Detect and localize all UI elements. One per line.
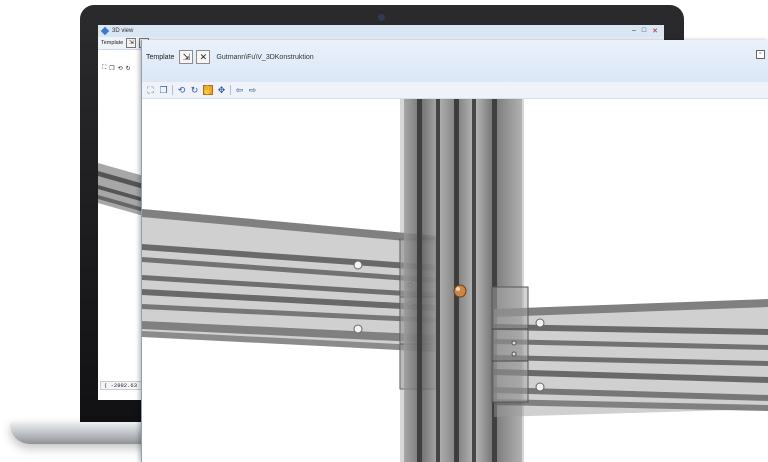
view-toolbar: ⛶ ❐ ⟲ ↻ ✋ ✥ ⇦ ⇨ (142, 82, 768, 99)
pin-icon[interactable]: ▫ (756, 50, 765, 59)
camera-icon (378, 14, 385, 21)
left-beam (142, 209, 438, 352)
front-ribbon: Template ⇲ ✕ Gutmann\Fu\V_3DKonstruktion… (142, 40, 768, 83)
front-window: Template ⇲ ✕ Gutmann\Fu\V_3DKonstruktion… (141, 40, 768, 462)
rotate-icon[interactable]: ↻ (190, 85, 199, 95)
move-icon[interactable]: ✥ (217, 85, 226, 95)
frame-icon[interactable]: ⛶ (102, 65, 106, 72)
right-beam (494, 299, 768, 417)
maximize-icon[interactable]: □ (642, 27, 646, 35)
template-clear-button[interactable]: ✕ (196, 50, 211, 64)
minimize-icon[interactable]: – (632, 27, 636, 35)
rotate-icon[interactable]: ↻ (126, 65, 131, 72)
copy-icon[interactable]: ❐ (159, 85, 168, 95)
front-3d-scene (142, 99, 768, 462)
window-controls: – □ ✕ (632, 27, 664, 35)
template-label: Template (146, 53, 175, 61)
orbit-icon[interactable]: ⟲ (177, 85, 186, 95)
frame-icon[interactable]: ⛶ (146, 85, 155, 95)
template-row: Template ⇲ ✕ Gutmann\Fu\V_3DKonstruktion (144, 50, 314, 64)
template-fit-button[interactable]: ⇲ (179, 50, 194, 64)
back-window-title: 3D view (112, 28, 134, 34)
copy-icon[interactable]: ❐ (109, 65, 114, 72)
toolbar-separator (172, 85, 173, 95)
back-template-fit-button[interactable]: ⇲ (126, 38, 137, 48)
orbit-icon[interactable]: ⟲ (118, 65, 123, 72)
template-path: Gutmann\Fu\V_3DKonstruktion (216, 53, 314, 61)
front-3d-viewport[interactable] (142, 99, 768, 462)
app-icon (100, 26, 110, 36)
pan-hand-icon[interactable]: ✋ (202, 85, 214, 95)
toolbar-separator (230, 85, 231, 95)
back-template-label: Template (101, 40, 124, 46)
arrow-forward-icon[interactable]: ⇨ (248, 85, 257, 95)
close-icon[interactable]: ✕ (652, 27, 658, 35)
arrow-back-icon[interactable]: ⇦ (235, 85, 244, 95)
back-titlebar: 3D view – □ ✕ (98, 25, 664, 37)
